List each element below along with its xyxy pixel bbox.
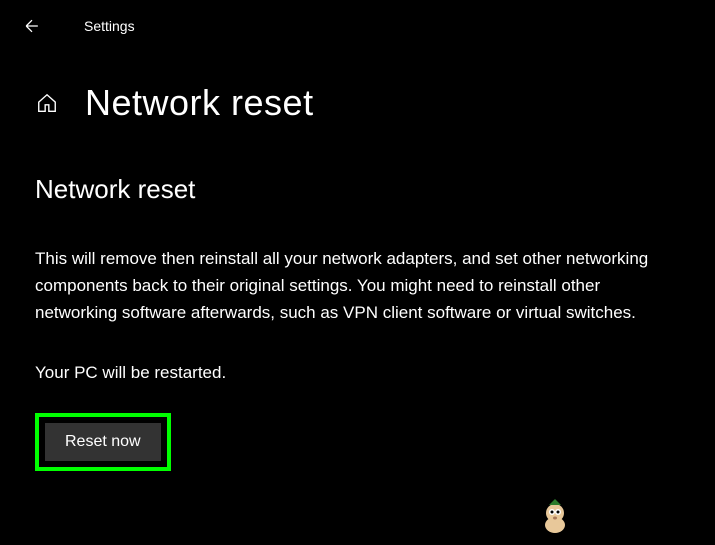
home-icon[interactable] (35, 91, 59, 115)
window-label: Settings (84, 18, 135, 34)
page-title: Network reset (85, 82, 314, 124)
section-heading: Network reset (35, 174, 680, 205)
content-area: Network reset This will remove then rein… (0, 134, 715, 471)
back-button[interactable] (20, 14, 44, 38)
home-icon-svg (36, 92, 58, 114)
restart-note: Your PC will be restarted. (35, 363, 680, 383)
header-bar: Settings (0, 0, 715, 52)
description-text: This will remove then reinstall all your… (35, 245, 675, 327)
back-arrow-icon (22, 16, 42, 36)
reset-now-button[interactable]: Reset now (45, 423, 161, 461)
title-row: Network reset (0, 52, 715, 134)
mascot-image (535, 495, 575, 535)
highlight-annotation: Reset now (35, 413, 171, 471)
